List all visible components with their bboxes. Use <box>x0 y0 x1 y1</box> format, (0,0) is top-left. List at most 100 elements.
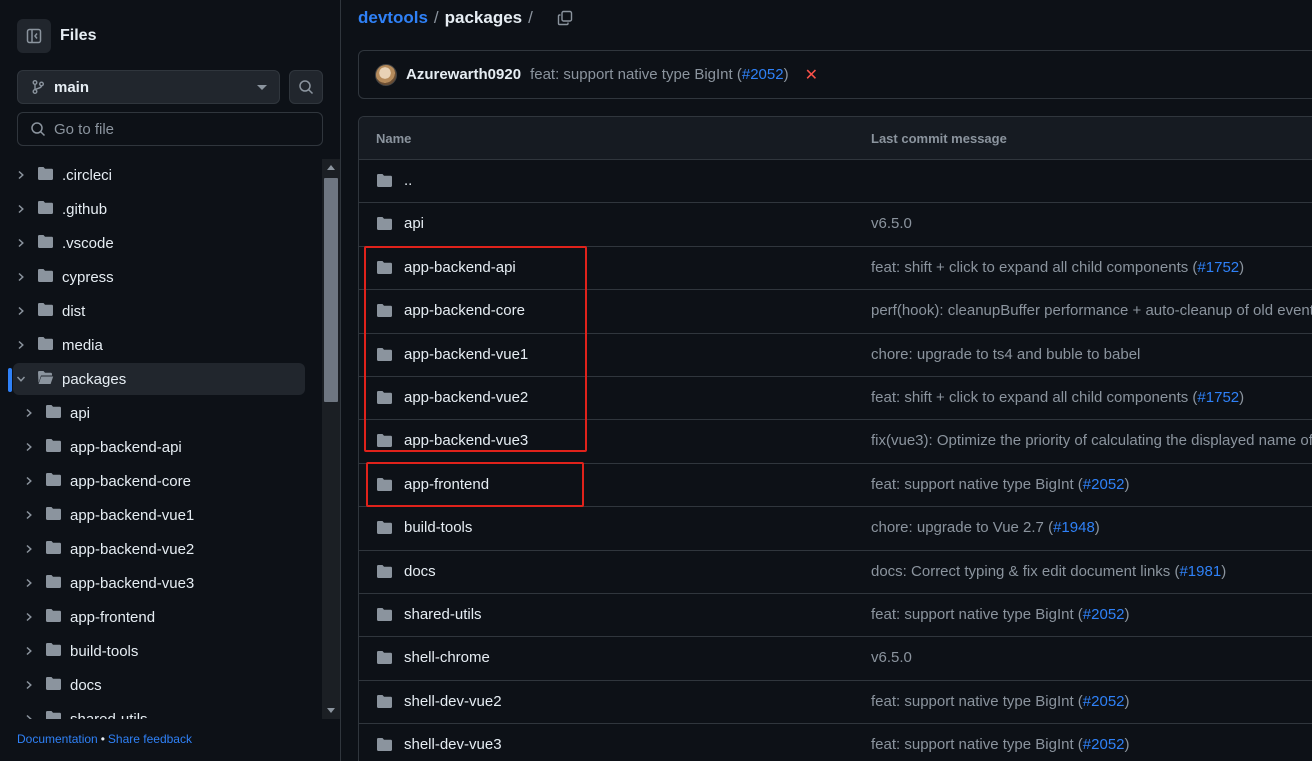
row-commit-message[interactable]: v6.5.0 <box>871 215 912 232</box>
chevron-right-icon[interactable] <box>16 204 26 214</box>
tree-item[interactable]: app-backend-vue2 <box>13 533 305 565</box>
expand-toggle[interactable] <box>21 578 37 588</box>
row-file-name[interactable]: app-frontend <box>404 476 489 493</box>
table-row[interactable]: api v6.5.0 <box>359 203 1312 247</box>
table-row[interactable]: app-backend-core perf(hook): cleanupBuffe… <box>359 290 1312 334</box>
tree-item[interactable]: shared-utils <box>13 703 305 719</box>
commit-pr-link[interactable]: #2052 <box>742 66 784 83</box>
expand-toggle[interactable] <box>21 680 37 690</box>
row-file-name[interactable]: api <box>404 215 424 232</box>
avatar[interactable] <box>375 63 397 86</box>
row-commit-message[interactable]: feat: shift + click to expand all child … <box>871 389 1244 406</box>
table-row[interactable]: .. <box>359 160 1312 204</box>
row-file-name[interactable]: app-backend-api <box>404 259 516 276</box>
expand-toggle[interactable] <box>21 408 37 418</box>
tree-item[interactable]: packages <box>13 363 305 395</box>
tree-item[interactable]: .github <box>13 193 305 225</box>
commit-author[interactable]: Azurewarth0920 <box>406 66 521 83</box>
expand-toggle[interactable] <box>21 544 37 554</box>
breadcrumb-repo-link[interactable]: devtools <box>358 8 428 28</box>
row-commit-message[interactable]: feat: support native type BigInt (#2052) <box>871 476 1130 493</box>
row-file-name[interactable]: .. <box>404 172 412 189</box>
row-commit-message[interactable]: chore: upgrade to Vue 2.7 (#1948) <box>871 519 1100 536</box>
tree-item[interactable]: cypress <box>13 261 305 293</box>
commit-message[interactable]: feat: support native type BigInt (#2052) <box>530 66 789 83</box>
expand-toggle[interactable] <box>21 442 37 452</box>
row-file-name[interactable]: shared-utils <box>404 606 482 623</box>
row-commit-message[interactable]: feat: support native type BigInt (#2052) <box>871 736 1130 753</box>
scroll-down-icon[interactable] <box>327 708 335 713</box>
chevron-right-icon[interactable] <box>24 408 34 418</box>
row-file-name[interactable]: build-tools <box>404 519 472 536</box>
tree-item[interactable]: app-backend-vue1 <box>13 499 305 531</box>
row-file-name[interactable]: app-backend-vue1 <box>404 346 528 363</box>
row-pr-link[interactable]: #2052 <box>1083 693 1125 710</box>
row-commit-message[interactable]: v6.5.0 <box>871 649 912 666</box>
row-file-name[interactable]: app-backend-vue2 <box>404 389 528 406</box>
expand-toggle[interactable] <box>21 476 37 486</box>
table-row[interactable]: shell-dev-vue3 feat: support native type … <box>359 724 1312 761</box>
row-commit-message[interactable]: feat: shift + click to expand all child … <box>871 259 1244 276</box>
scroll-up-icon[interactable] <box>327 165 335 170</box>
table-row[interactable]: app-backend-vue3 fix(vue3): Optimize the … <box>359 420 1312 464</box>
expand-toggle[interactable] <box>21 612 37 622</box>
tree-item[interactable]: app-frontend <box>13 601 305 633</box>
table-row[interactable]: shell-chrome v6.5.0 <box>359 637 1312 681</box>
tree-item[interactable]: .vscode <box>13 227 305 259</box>
tree-item[interactable]: docs <box>13 669 305 701</box>
chevron-right-icon[interactable] <box>16 170 26 180</box>
chevron-right-icon[interactable] <box>24 510 34 520</box>
tree-item[interactable]: .circleci <box>13 159 305 191</box>
expand-toggle[interactable] <box>13 238 29 248</box>
row-file-name[interactable]: shell-dev-vue3 <box>404 736 502 753</box>
search-button[interactable] <box>289 70 323 104</box>
table-row[interactable]: app-frontend feat: support native type Bi… <box>359 464 1312 508</box>
expand-toggle[interactable] <box>13 170 29 180</box>
copy-path-button[interactable] <box>557 10 573 26</box>
tree-item[interactable]: build-tools <box>13 635 305 667</box>
documentation-link[interactable]: Documentation <box>17 732 98 746</box>
collapse-sidebar-button[interactable] <box>17 19 51 53</box>
expand-toggle[interactable] <box>21 714 37 719</box>
expand-toggle[interactable] <box>13 306 29 316</box>
chevron-right-icon[interactable] <box>24 680 34 690</box>
table-row[interactable]: shell-dev-vue2 feat: support native type … <box>359 681 1312 725</box>
row-pr-link[interactable]: #2052 <box>1083 606 1125 623</box>
check-failed-icon[interactable]: ✕ <box>805 65 818 85</box>
row-file-name[interactable]: shell-dev-vue2 <box>404 693 502 710</box>
tree-item[interactable]: dist <box>13 295 305 327</box>
chevron-right-icon[interactable] <box>24 578 34 588</box>
expand-toggle[interactable] <box>13 272 29 282</box>
row-file-name[interactable]: app-backend-vue3 <box>404 432 528 449</box>
chevron-right-icon[interactable] <box>24 612 34 622</box>
row-file-name[interactable]: shell-chrome <box>404 649 490 666</box>
row-file-name[interactable]: app-backend-core <box>404 302 525 319</box>
tree-item[interactable]: app-backend-core <box>13 465 305 497</box>
chevron-right-icon[interactable] <box>24 476 34 486</box>
row-pr-link[interactable]: #2052 <box>1083 476 1125 493</box>
chevron-right-icon[interactable] <box>24 544 34 554</box>
row-commit-message[interactable]: feat: support native type BigInt (#2052) <box>871 606 1130 623</box>
go-to-file-field[interactable] <box>17 112 323 146</box>
go-to-file-input[interactable] <box>54 120 294 138</box>
expand-toggle[interactable] <box>13 374 29 384</box>
row-pr-link[interactable]: #1981 <box>1179 563 1221 580</box>
row-pr-link[interactable]: #2052 <box>1083 736 1125 753</box>
branch-selector[interactable]: main <box>17 70 280 104</box>
table-row[interactable]: app-backend-vue1 chore: upgrade to ts4 an… <box>359 334 1312 377</box>
chevron-right-icon[interactable] <box>16 340 26 350</box>
table-row[interactable]: app-backend-vue2 feat: shift + click to e… <box>359 377 1312 421</box>
expand-toggle[interactable] <box>13 340 29 350</box>
row-file-name[interactable]: docs <box>404 563 436 580</box>
row-commit-message[interactable]: perf(hook): cleanupBuffer performance + … <box>871 302 1312 319</box>
chevron-down-icon[interactable] <box>16 374 26 384</box>
chevron-right-icon[interactable] <box>24 442 34 452</box>
row-commit-message[interactable]: docs: Correct typing & fix edit document… <box>871 563 1226 580</box>
expand-toggle[interactable] <box>21 510 37 520</box>
tree-item[interactable]: app-backend-vue3 <box>13 567 305 599</box>
table-row[interactable]: app-backend-api feat: shift + click to ex… <box>359 247 1312 291</box>
tree-item[interactable]: api <box>13 397 305 429</box>
table-row[interactable]: docs docs: Correct typing & fix edit docu… <box>359 551 1312 594</box>
scrollbar-thumb[interactable] <box>324 178 338 402</box>
tree-scrollbar[interactable] <box>322 159 340 719</box>
